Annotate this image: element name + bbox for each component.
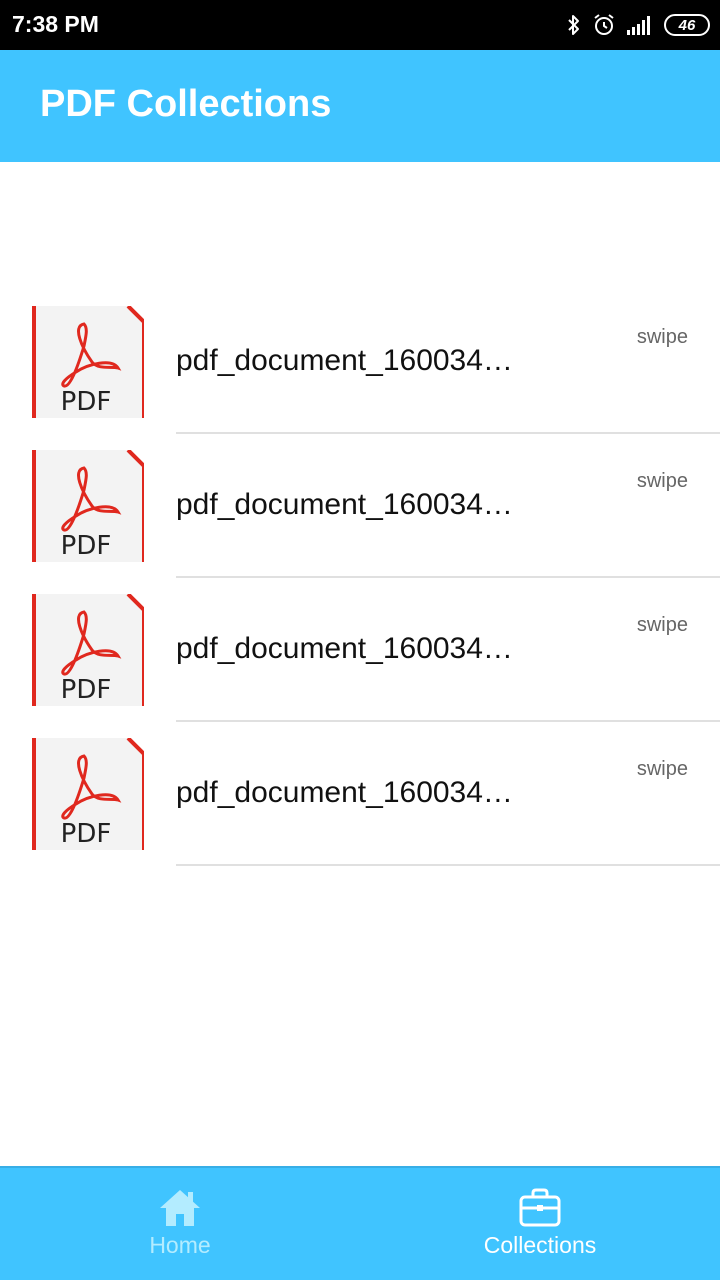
list-item[interactable]: PDF pdf_document_160034… swipe [0,594,720,738]
divider [176,720,720,722]
pdf-file-icon: PDF [32,450,144,562]
nav-collections-label: Collections [483,1232,597,1258]
swipe-hint: swipe [636,326,688,348]
divider [176,432,720,434]
list-item[interactable]: PDF pdf_document_160034… swipe [0,738,720,882]
divider [176,864,720,866]
battery-icon: 46 [664,14,710,36]
pdf-file-icon: PDF [32,738,144,850]
pdf-icon-label: PDF [61,531,112,561]
app-bar: PDF Collections [0,50,720,162]
status-icons: 46 [566,11,710,39]
alarm-icon [594,14,614,35]
nav-home-label: Home [149,1232,211,1258]
item-title: pdf_document_160034… [176,344,513,377]
swipe-hint: swipe [636,758,688,780]
pdf-icon-label: PDF [61,675,112,705]
pdf-icon-label: PDF [61,387,112,417]
page-title: PDF Collections [40,83,332,125]
divider [176,576,720,578]
pdf-file-icon: PDF [32,594,144,706]
swipe-hint: swipe [636,470,688,492]
briefcase-icon [519,1188,561,1227]
item-title: pdf_document_160034… [176,488,513,521]
list-item[interactable]: PDF pdf_document_160034… swipe [0,306,720,450]
status-time: 7:38 PM [12,11,99,37]
pdf-list: PDF pdf_document_160034… swipe PDF pdf_d… [0,306,720,882]
status-bar: 7:38 PM 46 [0,0,720,50]
nav-home[interactable]: Home [0,1168,360,1282]
pdf-file-icon: PDF [32,306,144,418]
nav-collections[interactable]: Collections [360,1168,720,1282]
item-title: pdf_document_160034… [176,776,513,809]
list-item[interactable]: PDF pdf_document_160034… swipe [0,450,720,594]
home-icon [160,1190,200,1226]
pdf-icon-label: PDF [61,819,112,849]
signal-icon [627,16,650,35]
swipe-hint: swipe [636,614,688,636]
bluetooth-icon [568,15,579,35]
battery-level: 46 [678,16,696,34]
item-title: pdf_document_160034… [176,632,513,665]
bottom-nav: Home Collections [0,1166,720,1280]
